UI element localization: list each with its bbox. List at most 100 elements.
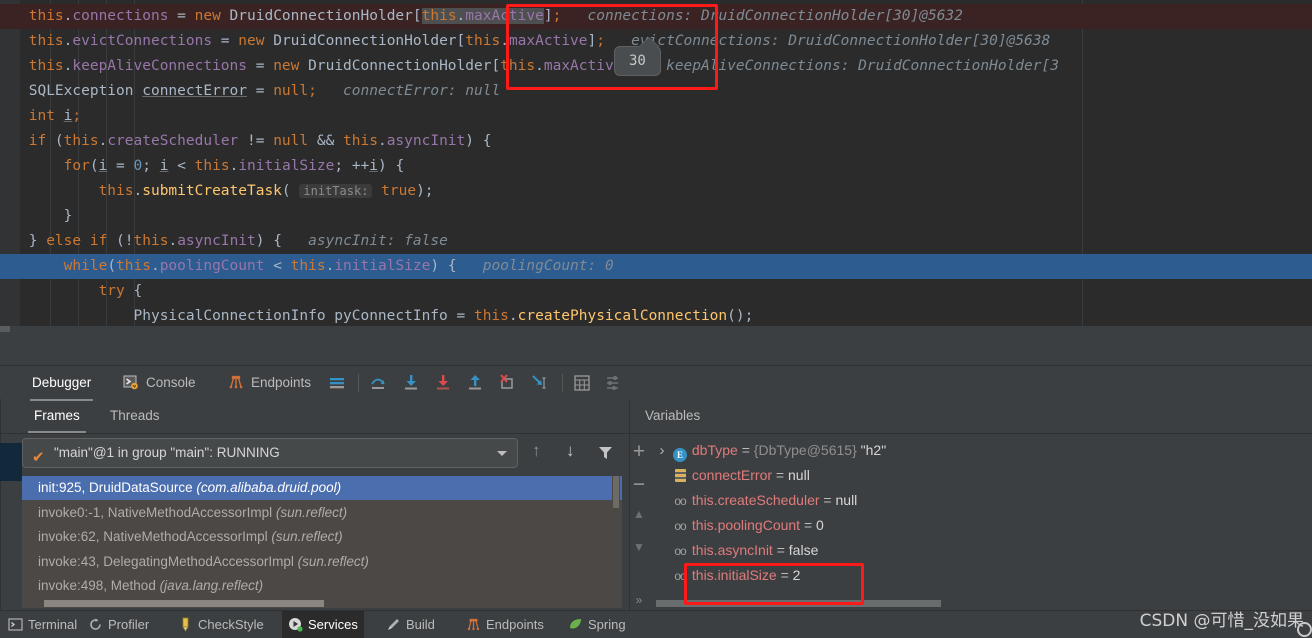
- variables-list[interactable]: › E dbType = {DbType@5615} "h2" connectEr…: [652, 425, 1312, 602]
- frame-row[interactable]: invoke:62, NativeMethodAccessorImpl (sun…: [22, 525, 622, 549]
- variable-row[interactable]: › E dbType = {DbType@5615} "h2": [652, 438, 1312, 463]
- run-to-cursor-icon[interactable]: [530, 374, 550, 397]
- code-line[interactable]: int i;: [0, 104, 1312, 129]
- code-line[interactable]: for(i = 0; i < this.initialSize; ++i) {: [0, 154, 1312, 179]
- evaluate-expression-icon[interactable]: [573, 374, 591, 397]
- inline-debug-hint: connectError: null: [316, 83, 501, 99]
- step-over-icon[interactable]: [369, 374, 389, 397]
- tab-endpoints[interactable]: Endpoints: [249, 366, 313, 400]
- variable-row[interactable]: oo this.createScheduler = null: [652, 488, 1312, 513]
- code-token: DruidConnectionHolder[: [220, 8, 422, 24]
- subtab-frames[interactable]: Frames: [28, 399, 86, 433]
- code-token: .: [377, 133, 387, 149]
- status-bar-item-label: CheckStyle: [198, 617, 264, 632]
- drop-frame-icon[interactable]: [498, 374, 518, 397]
- frames-list[interactable]: init:925, DruidDataSource (com.alibaba.d…: [22, 476, 622, 602]
- code-token: .: [133, 183, 143, 199]
- frames-horizontal-scrollbar[interactable]: [22, 598, 622, 608]
- spring-icon: [568, 614, 583, 638]
- code-token: ]: [587, 33, 597, 49]
- status-bar-item-checkstyle[interactable]: CheckStyle: [172, 611, 270, 638]
- status-bar-item-build[interactable]: Build: [380, 611, 441, 638]
- code-token: createScheduler: [107, 133, 239, 149]
- code-line[interactable]: } else if (!this.asyncInit) { asyncInit:…: [0, 229, 1312, 254]
- code-token: 0: [133, 158, 143, 174]
- code-token: createPhysicalConnection: [517, 308, 728, 324]
- code-token: (!: [107, 233, 134, 249]
- status-bar-item-spring[interactable]: Spring: [562, 611, 632, 638]
- code-token: (: [281, 183, 300, 199]
- code-line[interactable]: if (this.createScheduler != null && this…: [0, 129, 1312, 154]
- remove-watch-button[interactable]: −: [626, 473, 652, 497]
- step-into-icon[interactable]: [402, 374, 422, 397]
- status-bar-item-label: Build: [406, 617, 435, 632]
- watch-down-button[interactable]: ▼: [626, 540, 652, 554]
- tab-debugger[interactable]: Debugger: [30, 366, 94, 401]
- add-watch-button[interactable]: +: [626, 440, 652, 464]
- terminal-icon: [8, 614, 23, 638]
- code-line[interactable]: try {: [0, 279, 1312, 304]
- move-down-icon[interactable]: ↓: [566, 441, 575, 461]
- watch-icon: oo: [674, 519, 686, 533]
- code-token: !=: [238, 133, 274, 149]
- variable-row[interactable]: oo this.poolingCount = 0: [652, 513, 1312, 538]
- step-out-icon[interactable]: [466, 374, 486, 397]
- status-bar-item-endpoints[interactable]: Endpoints: [460, 611, 550, 638]
- code-line[interactable]: while(this.poolingCount < this.initialSi…: [0, 254, 1312, 279]
- inline-debug-hint: poolingCount: 0: [456, 258, 614, 274]
- watch-up-button[interactable]: ▲: [626, 507, 652, 521]
- frame-row[interactable]: invoke:498, Method (java.lang.reflect): [22, 574, 622, 598]
- chevron-right-icon[interactable]: ›: [652, 438, 672, 463]
- show-execution-point-icon[interactable]: [328, 374, 346, 397]
- debugger-toolbar: Debugger Console Endpoints: [0, 365, 1312, 401]
- status-bar-item-terminal[interactable]: Terminal: [2, 611, 83, 638]
- code-token: DruidConnectionHolder[: [299, 58, 501, 74]
- code-token: .: [168, 233, 178, 249]
- status-bar-item-services[interactable]: Services: [282, 611, 364, 638]
- frame-row[interactable]: invoke:43, DelegatingMethodAccessorImpl …: [22, 550, 622, 574]
- filter-icon[interactable]: [597, 444, 614, 466]
- variable-value: false: [788, 542, 819, 558]
- tooltip-arrow: [639, 38, 659, 47]
- variable-value: null: [835, 492, 858, 508]
- code-token: {: [124, 283, 143, 299]
- code-line[interactable]: SQLException connectError = null; connec…: [0, 79, 1312, 104]
- running-check-icon: ✔: [32, 449, 45, 466]
- subtab-threads[interactable]: Threads: [110, 399, 160, 433]
- code-token: new: [238, 33, 265, 49]
- status-bar-item-profiler[interactable]: Profiler: [82, 611, 155, 638]
- code-token: =: [247, 58, 274, 74]
- variable-row[interactable]: oo this.asyncInit = false: [652, 538, 1312, 563]
- tab-console-label: Console: [146, 375, 196, 390]
- variable-name: this.createScheduler: [688, 492, 820, 508]
- thread-selector[interactable]: ✔ "main"@1 in group "main": RUNNING: [22, 438, 518, 468]
- settings-icon[interactable]: [604, 374, 622, 397]
- code-token: this: [343, 133, 378, 149]
- force-step-into-icon[interactable]: [434, 374, 454, 397]
- code-line[interactable]: this. connections = new DruidConnectionHo…: [0, 4, 1312, 29]
- frames-vertical-scrollbar[interactable]: [612, 476, 620, 602]
- code-line[interactable]: this.submitCreateTask( initTask: true);: [0, 179, 1312, 204]
- expand-panel-button[interactable]: »: [626, 593, 652, 607]
- code-editor[interactable]: this. connections = new DruidConnectionHo…: [0, 0, 1312, 332]
- chevron-down-icon[interactable]: [497, 451, 507, 456]
- value-tooltip[interactable]: 30: [614, 37, 661, 76]
- code-token: new: [194, 8, 221, 24]
- code-line[interactable]: }: [0, 204, 1312, 229]
- code-token: maxActive: [508, 33, 588, 49]
- frame-row[interactable]: init:925, DruidDataSource (com.alibaba.d…: [22, 476, 622, 500]
- variable-name: this.poolingCount: [688, 517, 801, 533]
- move-up-icon[interactable]: ↑: [532, 441, 541, 461]
- tab-console[interactable]: Console: [144, 366, 198, 400]
- variable-row[interactable]: connectError = null: [652, 463, 1312, 488]
- frame-row[interactable]: invoke0:-1, NativeMethodAccessorImpl (su…: [22, 501, 622, 525]
- variable-name: this.asyncInit: [688, 542, 773, 558]
- variable-row[interactable]: oo this.initialSize = 2: [652, 563, 1312, 588]
- variables-toolbar: + − ▲ ▼ »: [626, 435, 652, 610]
- code-token: =: [107, 158, 134, 174]
